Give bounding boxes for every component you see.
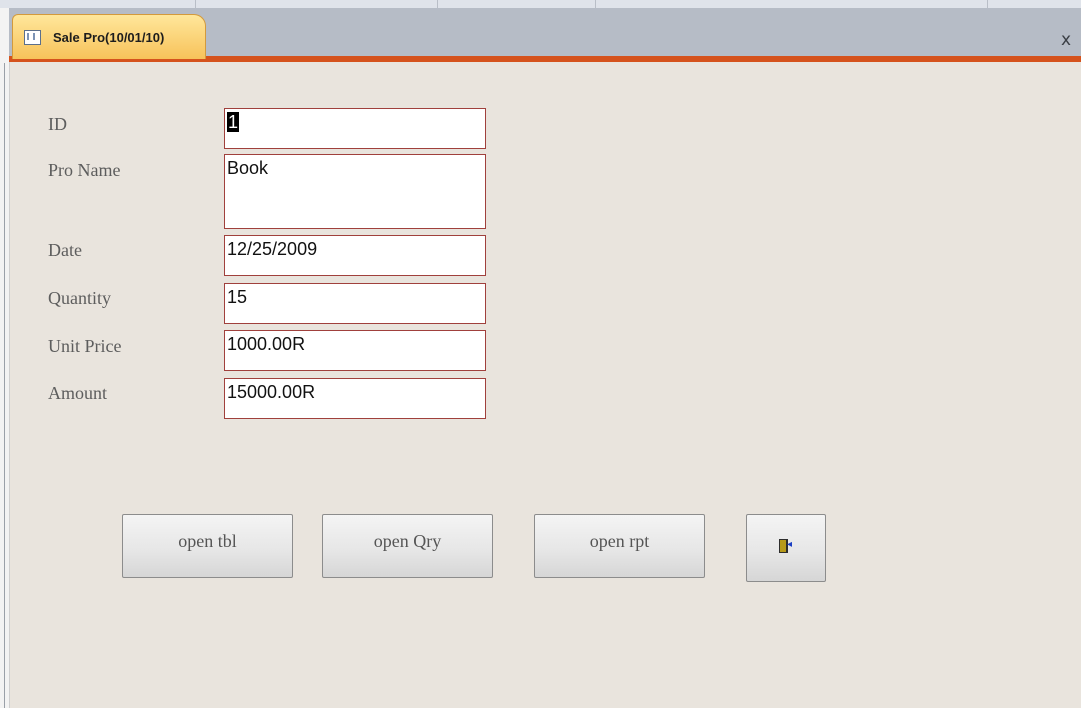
label-id: ID: [48, 114, 67, 134]
left-gutter: [0, 8, 10, 708]
open-qry-label: open Qry: [373, 530, 442, 551]
label-date: Date: [48, 240, 82, 260]
pro-name-field[interactable]: Book: [224, 154, 486, 229]
date-field[interactable]: 12/25/2009: [224, 235, 486, 276]
open-rpt-button[interactable]: open rpt: [534, 514, 705, 578]
exit-button[interactable]: ◂: [746, 514, 826, 582]
open-rpt-label: open rpt: [589, 530, 650, 551]
form-icon: [24, 29, 41, 45]
exit-door-icon: ◂: [778, 538, 794, 554]
close-icon[interactable]: x: [1061, 30, 1071, 50]
label-unit-price: Unit Price: [48, 336, 122, 356]
quantity-field[interactable]: 15: [224, 283, 486, 324]
label-quantity: Quantity: [48, 288, 111, 308]
label-pro-name: Pro Name: [48, 160, 121, 180]
open-qry-button[interactable]: open Qry: [322, 514, 493, 578]
label-amount: Amount: [48, 383, 108, 403]
amount-field[interactable]: 15000.00R: [224, 378, 486, 419]
unit-price-field[interactable]: 1000.00R: [224, 330, 486, 371]
document-tab[interactable]: Sale Pro(10/01/10): [12, 14, 206, 59]
open-tbl-label: open tbl: [178, 530, 237, 551]
tab-title: Sale Pro(10/01/10): [53, 29, 165, 45]
id-value: 1: [227, 112, 240, 132]
open-tbl-button[interactable]: open tbl: [122, 514, 293, 578]
id-field[interactable]: 1: [224, 108, 486, 149]
